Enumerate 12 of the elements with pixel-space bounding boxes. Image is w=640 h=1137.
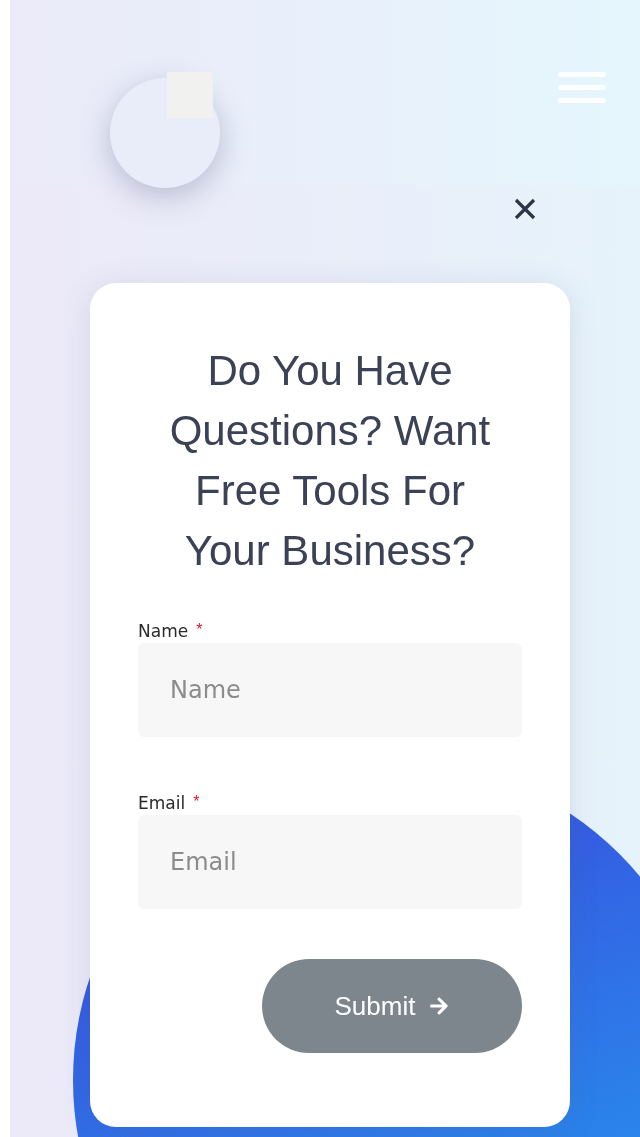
input-field[interactable]: Name	[138, 643, 522, 737]
arrow-right-icon	[429, 996, 450, 1016]
submit-button[interactable]: Submit	[262, 959, 522, 1053]
close-icon	[514, 198, 536, 220]
input-field[interactable]: Email	[138, 815, 522, 909]
popup-title: Do You Have Questions? Want Free Tools For Your Business?	[168, 346, 492, 576]
close-button[interactable]	[512, 196, 538, 222]
required-mark: *	[196, 621, 203, 639]
field-label: Email	[138, 793, 186, 813]
required-mark: *	[193, 793, 200, 811]
field-label: Name	[138, 621, 189, 641]
logo-image	[167, 71, 213, 118]
